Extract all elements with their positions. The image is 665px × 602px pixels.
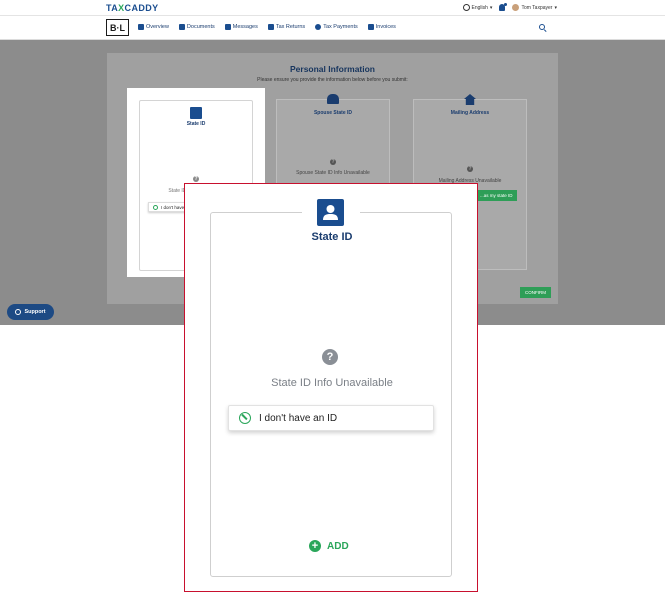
- no-symbol-icon: [239, 412, 251, 424]
- globe-icon: [462, 4, 470, 11]
- plus-icon: +: [309, 540, 321, 552]
- id-card-icon: [190, 107, 202, 119]
- nav-item-overview[interactable]: Overview: [138, 24, 169, 30]
- users-icon: [327, 94, 339, 104]
- person-glyph: [323, 205, 338, 220]
- question-icon: ?: [330, 159, 336, 165]
- support-label: Support: [24, 309, 46, 315]
- logo-text-start: TA: [106, 3, 119, 13]
- nav-item-tax-payments[interactable]: Tax Payments: [315, 24, 358, 30]
- nav-label: Tax Returns: [275, 24, 306, 30]
- nav-label: Invoices: [375, 24, 396, 30]
- nav-item-documents[interactable]: Documents: [178, 24, 215, 30]
- nav-items: Overview Documents Messages Tax Returns …: [138, 24, 396, 30]
- question-icon: ?: [193, 176, 199, 182]
- documents-icon: [178, 24, 185, 30]
- card-unavailable: State ID Info Unavailable: [271, 377, 393, 389]
- nav-label: Tax Payments: [323, 24, 358, 30]
- tax-returns-icon: [267, 24, 274, 30]
- nav-label: Overview: [146, 24, 169, 30]
- id-card-icon: [317, 199, 344, 226]
- state-id-card-zoomed: [210, 212, 452, 577]
- panel-title: Personal Information: [289, 64, 375, 74]
- add-label: ADD: [327, 540, 349, 552]
- zoom-callout: State ID ? State ID Info Unavailable I d…: [184, 183, 478, 592]
- firm-logo[interactable]: B·L: [106, 19, 129, 36]
- app-root: TAXCADDY English ▾ Tom Taxpayer ▾ B·L Ov…: [0, 0, 665, 602]
- chevron-down-icon: ▾: [489, 4, 493, 11]
- tax-payments-icon: [315, 24, 322, 30]
- panel-subtitle: Please ensure you provide the informatio…: [257, 77, 408, 83]
- card-title: State ID: [311, 231, 353, 243]
- card-title: Spouse State ID: [313, 110, 353, 116]
- nav-label: Messages: [232, 24, 258, 30]
- home-icon: [138, 24, 144, 30]
- search-icon[interactable]: [539, 24, 545, 30]
- nav-label: Documents: [186, 24, 215, 30]
- no-id-button[interactable]: I don't have an ID: [228, 405, 434, 431]
- top-bar: TAXCADDY English ▾ Tom Taxpayer ▾: [0, 0, 665, 16]
- nav-item-tax-returns[interactable]: Tax Returns: [267, 24, 306, 30]
- language-label: English: [471, 4, 488, 11]
- nav-item-invoices[interactable]: Invoices: [367, 24, 396, 30]
- card-title: State ID: [186, 121, 206, 127]
- question-icon: ?: [322, 349, 338, 365]
- notification-bell-icon[interactable]: [499, 3, 508, 11]
- taxcaddy-logo[interactable]: TAXCADDY: [106, 3, 159, 13]
- top-right-controls: English ▾ Tom Taxpayer ▾: [462, 3, 557, 11]
- user-menu[interactable]: Tom Taxpayer ▾: [512, 4, 557, 11]
- no-symbol-icon: [153, 204, 158, 210]
- avatar: [512, 4, 520, 11]
- question-icon: ?: [467, 166, 473, 172]
- no-id-label: I don't have an ID: [259, 412, 338, 424]
- card-unavailable: Spouse State ID Info Unavailable: [296, 170, 370, 176]
- logo-text-end: CADDY: [124, 3, 159, 13]
- messages-icon: [224, 24, 231, 30]
- add-button[interactable]: + ADD: [309, 540, 349, 552]
- user-name: Tom Taxpayer: [521, 4, 553, 11]
- chat-icon: [15, 309, 22, 315]
- invoices-icon: [367, 24, 374, 30]
- main-nav: B·L Overview Documents Messages Tax Retu…: [0, 16, 665, 40]
- same-as-state-id-button[interactable]: ...as my state ID: [477, 190, 517, 201]
- chevron-down-icon: ▾: [554, 4, 557, 11]
- nav-item-messages[interactable]: Messages: [224, 24, 258, 30]
- support-button[interactable]: Support: [7, 304, 54, 320]
- language-selector[interactable]: English ▾: [462, 4, 493, 11]
- confirm-button[interactable]: CONFIRM: [520, 287, 551, 298]
- card-title: Mailing Address: [450, 110, 490, 116]
